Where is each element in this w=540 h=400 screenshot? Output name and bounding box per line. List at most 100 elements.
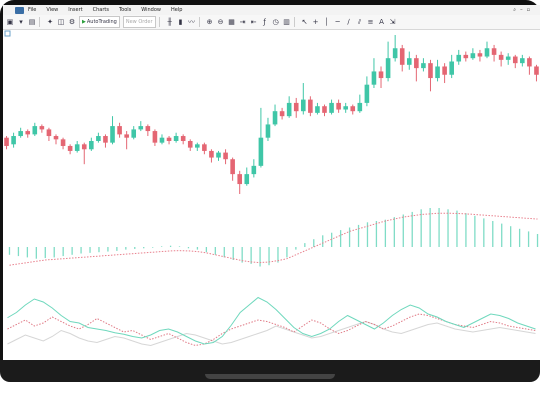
candle-body [350,106,356,112]
candle-body [67,145,73,151]
price-chart[interactable] [3,29,540,360]
candle-body [173,136,179,141]
candle-body [470,53,476,59]
candle-body [131,129,137,138]
candle-body [272,111,278,125]
candle-body [103,136,108,143]
vertical-line-icon[interactable]: │ [323,17,331,27]
profiles-icon[interactable]: ▾ [17,17,25,27]
candle-body [399,48,405,65]
trading-terminal-window: File View Insert Charts Tools Window Hel… [3,5,540,360]
candle-body [378,71,384,79]
candle-body [180,136,186,141]
menu-view[interactable]: View [46,7,58,13]
candle-body [421,63,426,69]
candle-body [512,56,518,64]
candle-body [371,71,377,85]
candle-body [456,54,462,62]
candle-body [124,134,129,138]
candle-body [209,150,214,158]
candle-body [223,152,228,160]
candle-body [414,58,419,69]
candle-body [477,53,483,57]
candle-body [39,126,45,130]
new-chart-icon[interactable]: ▣ [6,17,14,27]
candle-body [11,136,16,145]
candle-body [195,144,200,148]
chart-corner-icon [4,30,11,37]
candle-body [53,136,59,140]
candle-body [89,141,94,150]
candle-body [343,106,348,110]
autotrading-label: AutoTrading [86,19,117,25]
candle-body [152,131,158,143]
indicators-icon[interactable]: ƒ [261,17,269,27]
fibonacci-icon[interactable]: ≡ [367,17,375,27]
candle-body [385,58,391,79]
zoom-out-icon[interactable]: ⊖ [217,17,225,27]
minimize-icon[interactable]: – [520,7,523,13]
search-icon[interactable]: ⌕ [513,7,516,13]
candle-body [81,144,87,150]
candle-body [406,58,412,65]
menu-help[interactable]: Help [171,7,182,13]
autotrading-button[interactable]: ▶ AutoTrading [79,16,120,28]
candle-body [96,136,101,141]
bar-chart-icon[interactable]: ╫ [166,17,174,27]
menu-tools[interactable]: Tools [119,7,131,13]
arrows-icon[interactable]: ⇲ [389,17,397,27]
candle-body [216,152,221,158]
candle-body [237,174,243,185]
candle-body [110,126,115,143]
candle-body [117,126,122,135]
candlestick-icon[interactable]: ▮ [177,17,185,27]
line-chart-icon[interactable]: 〰 [188,17,196,27]
candle-body [435,66,440,79]
menu-insert[interactable]: Insert [68,7,82,13]
candle-body [138,126,144,130]
text-icon[interactable]: A [378,17,386,27]
candle-body [230,159,235,175]
menu-charts[interactable]: Charts [93,7,109,13]
equidistant-channel-icon[interactable]: ⫽ [356,17,364,27]
crosshair-icon[interactable]: + [312,17,320,27]
app-logo-icon [15,6,24,14]
candle-body [46,129,52,137]
candle-body [286,102,292,117]
terminal-icon[interactable]: ◫ [57,17,65,27]
cursor-icon[interactable]: ↖ [301,17,309,27]
candle-body [74,144,80,151]
candle-body [315,106,320,113]
candle-body [4,137,9,146]
strategy-tester-icon[interactable]: ⚙ [68,17,76,27]
autoscroll-icon[interactable]: ⇥ [239,17,247,27]
menu-file[interactable]: File [28,7,36,13]
candle-body [392,48,398,59]
navigator-icon[interactable]: ✦ [46,17,54,27]
candle-body [25,131,31,135]
new-order-button[interactable]: New Order [122,16,156,28]
zoom-in-icon[interactable]: ⊕ [206,17,214,27]
oscillator-main-line [7,296,536,345]
candle-body [32,126,38,135]
candle-body [484,48,490,57]
candle-body [505,56,511,60]
candle-body [308,99,313,113]
periods-icon[interactable]: ◷ [272,17,280,27]
candle-body [279,111,285,117]
market-watch-icon[interactable]: ▤ [28,17,36,27]
menu-window[interactable]: Window [141,7,161,13]
trendline-icon[interactable]: ∕ [345,17,353,27]
candle-body [18,131,23,137]
menu-bar: File View Insert Charts Tools Window Hel… [3,5,540,15]
restore-icon[interactable]: ▫ [527,7,530,13]
main-toolbar: ▣ ▾ ▤ ✦ ◫ ⚙ ▶ AutoTrading New Order ╫ ▮ 〰… [3,15,540,30]
candle-body [60,139,66,146]
horizontal-line-icon[interactable]: ─ [334,17,342,27]
tile-icon[interactable]: ▦ [228,17,236,27]
candle-body [336,102,341,110]
laptop-frame: File View Insert Charts Tools Window Hel… [0,0,540,400]
candle-body [244,174,250,185]
templates-icon[interactable]: ▥ [283,17,291,27]
chart-shift-icon[interactable]: ⇤ [250,17,258,27]
